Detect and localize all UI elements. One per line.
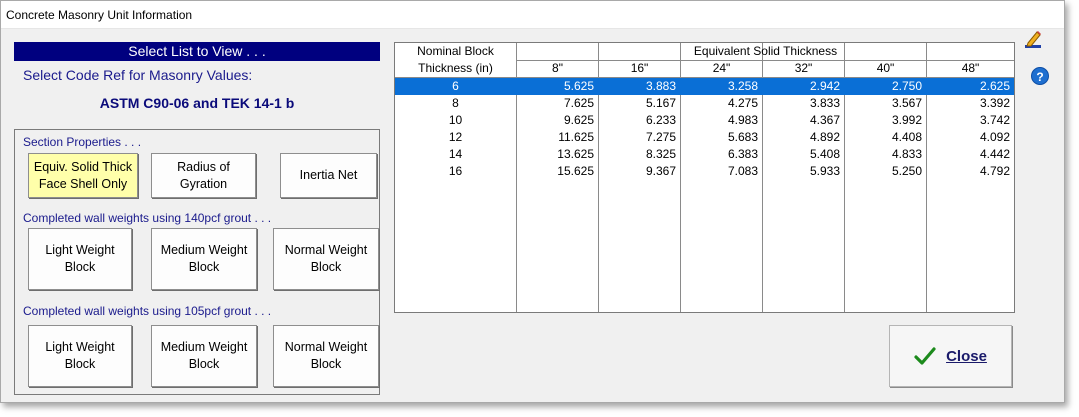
nominal-thickness-cell: 16 — [448, 164, 463, 178]
inertia-net-button[interactable]: Inertia Net — [280, 153, 377, 198]
code-ref-value[interactable]: ASTM C90-06 and TEK 14-1 b — [14, 95, 380, 111]
section-group: Section Properties . . . Equiv. Solid Th… — [14, 129, 380, 395]
nominal-thickness-cell: 8 — [452, 96, 459, 110]
table-row[interactable]: 10 9.625 6.233 4.983 4.367 3.992 3.742 — [395, 112, 1014, 129]
light-weight-block-140-button[interactable]: Light Weight Block — [28, 228, 132, 290]
equiv-thickness-cell: 5.933 — [809, 164, 840, 178]
table-row[interactable]: 16 15.625 9.367 7.083 5.933 5.250 4.792 — [395, 163, 1014, 180]
table-row[interactable]: 14 13.625 8.325 6.383 5.408 4.833 4.442 — [395, 146, 1014, 163]
nominal-thickness-cell: 6 — [452, 79, 459, 93]
equiv-thickness-cell: 5.683 — [727, 130, 758, 144]
window-title: Concrete Masonry Unit Information — [6, 8, 193, 22]
column-header: 24" — [712, 61, 731, 75]
equiv-thickness-cell: 3.883 — [645, 79, 676, 93]
equiv-thickness-cell: 4.833 — [891, 147, 922, 161]
equivalent-solid-thickness-header: Equivalent Solid Thickness — [693, 44, 838, 58]
equiv-thickness-cell: 6.383 — [727, 147, 758, 161]
equiv-thickness-cell: 3.567 — [891, 96, 922, 110]
grout-105-label: Completed wall weights using 105pcf grou… — [23, 304, 272, 318]
code-ref-label: Select Code Ref for Masonry Values: — [23, 67, 253, 83]
equiv-thickness-cell: 13.625 — [557, 147, 594, 161]
table-row[interactable]: 12 11.625 7.275 5.683 4.892 4.408 4.092 — [395, 129, 1014, 146]
title-bar: Concrete Masonry Unit Information — [1, 1, 1064, 29]
equiv-thickness-cell: 4.792 — [979, 164, 1010, 178]
equiv-thickness-cell: 6.233 — [645, 113, 676, 127]
normal-weight-block-140-button[interactable]: Normal Weight Block — [273, 228, 379, 290]
section-properties-label: Section Properties . . . — [23, 135, 142, 149]
nominal-thickness-cell: 14 — [448, 147, 463, 161]
equiv-thickness-cell: 3.258 — [727, 79, 758, 93]
equiv-thickness-cell: 4.367 — [809, 113, 840, 127]
nominal-thickness-cell: 10 — [448, 113, 463, 127]
equiv-thickness-cell: 3.992 — [891, 113, 922, 127]
equiv-solid-thick-button[interactable]: Equiv. Solid Thick Face Shell Only — [28, 153, 138, 198]
equivalent-thickness-table[interactable]: Nominal Block Equivalent Solid Thickness… — [394, 42, 1015, 313]
nominal-thickness-cell: 12 — [448, 130, 463, 144]
equiv-thickness-cell: 5.625 — [563, 79, 594, 93]
equiv-thickness-cell: 15.625 — [557, 164, 594, 178]
close-label: Close — [946, 347, 987, 365]
column-header: 8" — [552, 61, 563, 75]
equiv-thickness-cell: 3.833 — [809, 96, 840, 110]
equiv-thickness-cell: 9.625 — [563, 113, 594, 127]
nominal-block-header: Nominal Block — [417, 44, 494, 58]
equiv-thickness-cell: 3.742 — [979, 113, 1010, 127]
table-row[interactable]: 6 5.625 3.883 3.258 2.942 2.750 2.625 — [395, 78, 1014, 95]
medium-weight-block-140-button[interactable]: Medium Weight Block — [151, 228, 257, 290]
equiv-thickness-cell: 4.892 — [809, 130, 840, 144]
equiv-thickness-cell: 4.408 — [891, 130, 922, 144]
equiv-thickness-cell: 11.625 — [558, 130, 594, 144]
equiv-thickness-cell: 5.250 — [891, 164, 922, 178]
column-header: 32" — [794, 61, 813, 75]
radius-of-gyration-button[interactable]: Radius of Gyration — [151, 153, 256, 198]
column-header: 48" — [961, 61, 980, 75]
equiv-thickness-cell: 5.408 — [809, 147, 840, 161]
equiv-thickness-cell: 4.092 — [979, 130, 1010, 144]
light-weight-block-105-button[interactable]: Light Weight Block — [28, 325, 132, 387]
medium-weight-block-105-button[interactable]: Medium Weight Block — [151, 325, 257, 387]
column-header: 40" — [876, 61, 895, 75]
equiv-thickness-cell: 9.367 — [645, 164, 676, 178]
equiv-thickness-cell: 2.750 — [891, 79, 922, 93]
equiv-thickness-cell: 4.983 — [727, 113, 758, 127]
equiv-thickness-cell: 2.625 — [979, 79, 1010, 93]
dialog-window: Concrete Masonry Unit Information Select… — [0, 0, 1065, 403]
thickness-header: Thickness (in) — [418, 61, 493, 75]
checkmark-icon — [914, 347, 936, 365]
normal-weight-block-105-button[interactable]: Normal Weight Block — [273, 325, 379, 387]
close-button[interactable]: Close — [889, 325, 1012, 387]
equiv-thickness-cell: 7.275 — [645, 130, 676, 144]
equiv-thickness-cell: 3.392 — [979, 96, 1010, 110]
pencil-icon[interactable] — [1023, 29, 1043, 49]
equiv-thickness-cell: 7.625 — [563, 96, 594, 110]
help-icon[interactable]: ? — [1031, 67, 1049, 85]
grout-140-label: Completed wall weights using 140pcf grou… — [23, 211, 272, 225]
equiv-thickness-cell: 7.083 — [727, 164, 758, 178]
select-list-header: Select List to View . . . — [14, 42, 380, 61]
equiv-thickness-cell: 2.942 — [809, 79, 840, 93]
column-header: 16" — [630, 61, 649, 75]
equiv-thickness-cell: 4.275 — [727, 96, 758, 110]
table-row[interactable]: 8 7.625 5.167 4.275 3.833 3.567 3.392 — [395, 95, 1014, 112]
equiv-thickness-cell: 4.442 — [979, 147, 1010, 161]
equiv-thickness-cell: 5.167 — [645, 96, 676, 110]
equiv-thickness-cell: 8.325 — [645, 147, 676, 161]
